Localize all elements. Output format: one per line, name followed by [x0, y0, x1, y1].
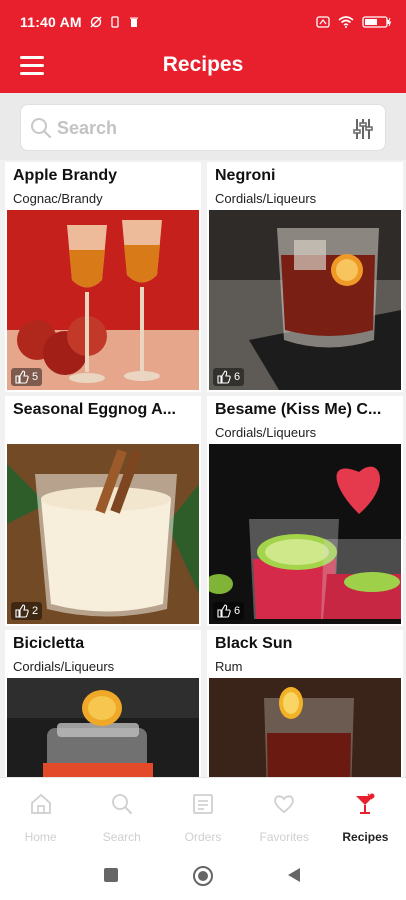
app-bar: Recipes: [0, 44, 406, 93]
recipe-name: Apple Brandy: [13, 167, 118, 184]
like-count: 2: [32, 605, 39, 617]
status-bar: 11:40 AM: [0, 0, 406, 44]
status-time: 11:40 AM: [20, 14, 82, 30]
like-badge[interactable]: 6: [213, 368, 245, 386]
home-button-icon[interactable]: [192, 865, 214, 887]
recipe-name: Bicicletta: [13, 635, 85, 652]
nav-label: Favorites: [259, 830, 309, 844]
like-count: 5: [32, 371, 39, 383]
like-badge[interactable]: 5: [11, 368, 43, 386]
like-badge[interactable]: 6: [213, 602, 245, 620]
wifi-icon: [338, 16, 354, 28]
heart-icon: [274, 795, 295, 814]
search-input[interactable]: [57, 113, 337, 143]
recipe-image: 2: [7, 444, 199, 624]
recipe-category: Cordials/Liqueurs: [215, 191, 317, 206]
recipe-name: Negroni: [215, 167, 276, 184]
recipe-image: [209, 678, 401, 777]
page-title: Recipes: [162, 53, 244, 76]
recipe-category: Cordials/Liqueurs: [215, 425, 317, 440]
recipe-card[interactable]: Black Sun Rum: [207, 630, 403, 777]
recipe-card[interactable]: Negroni Cordials/Liqueurs 6: [207, 162, 403, 392]
nav-label: Search: [102, 830, 141, 844]
top-bar: 11:40 AM Recipes: [0, 0, 406, 93]
recipe-card[interactable]: Apple Brandy Cognac/Brandy 5: [5, 162, 201, 392]
recipe-image: 5: [7, 210, 199, 390]
recipe-card[interactable]: Bicicletta Cordials/Liqueurs: [5, 630, 201, 777]
search-icon: [31, 118, 52, 139]
battery-icon: [362, 16, 392, 28]
trash-icon: [129, 17, 138, 27]
nav-label: Recipes: [342, 830, 389, 844]
nfc-icon: [316, 16, 330, 28]
back-icon[interactable]: [286, 867, 302, 883]
recipe-image: [7, 678, 199, 777]
recipe-grid: Apple Brandy Cognac/Brandy 5 Negroni Cor…: [0, 160, 406, 777]
nav-label: Orders: [184, 830, 222, 844]
thumbs-up-icon: [217, 370, 231, 384]
nav-orders[interactable]: Orders: [162, 778, 243, 853]
bottom-nav: Home Search Orders Favorites Recipes: [0, 777, 406, 853]
recipe-name: Seasonal Eggnog A...: [13, 401, 176, 418]
like-count: 6: [234, 371, 241, 383]
search-section: [0, 93, 406, 160]
like-badge[interactable]: 2: [11, 602, 43, 620]
system-nav-bar: [0, 853, 406, 900]
nav-search[interactable]: Search: [81, 778, 162, 853]
recipe-image: 6: [209, 210, 401, 390]
nav-home[interactable]: Home: [0, 778, 81, 853]
alarm-off-icon: [90, 16, 102, 28]
filter-icon[interactable]: [351, 117, 375, 141]
recipe-name: Black Sun: [215, 635, 293, 652]
sim-icon: [111, 16, 119, 28]
recipe-name: Besame (Kiss Me) C...: [215, 401, 382, 418]
nav-label: Home: [24, 830, 57, 844]
recipe-category: Rum: [215, 659, 243, 674]
recipe-image: 6: [209, 444, 401, 624]
recents-icon[interactable]: [103, 867, 119, 883]
nav-recipes[interactable]: Recipes: [325, 778, 406, 853]
like-count: 6: [234, 605, 241, 617]
cocktail-icon: [356, 793, 375, 814]
recipe-category: Cordials/Liqueurs: [13, 659, 115, 674]
recipe-card[interactable]: Besame (Kiss Me) C... Cordials/Liqueurs …: [207, 396, 403, 626]
recipe-card[interactable]: Seasonal Eggnog A... 2: [5, 396, 201, 626]
nav-favorites[interactable]: Favorites: [244, 778, 325, 853]
search-icon: [111, 794, 132, 814]
home-icon: [30, 793, 51, 814]
thumbs-up-icon: [217, 604, 231, 618]
thumbs-up-icon: [15, 370, 29, 384]
orders-icon: [193, 794, 213, 814]
recipe-category: Cognac/Brandy: [13, 191, 103, 206]
search-box[interactable]: [20, 104, 386, 151]
thumbs-up-icon: [15, 604, 29, 618]
